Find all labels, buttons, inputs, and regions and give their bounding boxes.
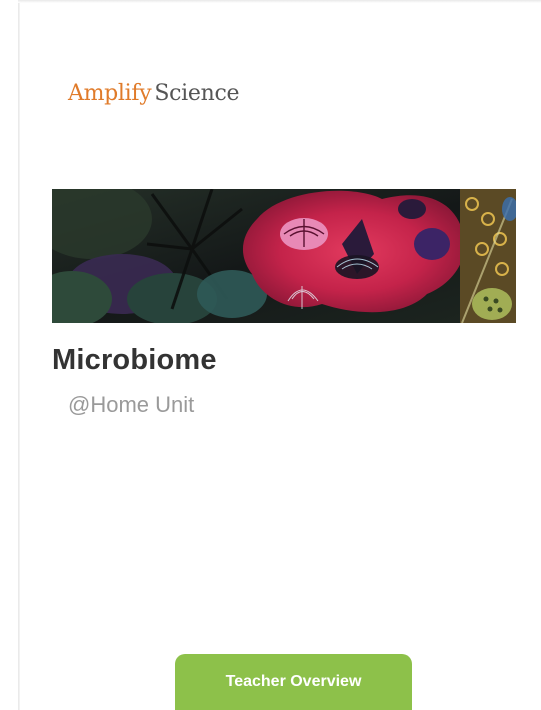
card-left-shadow [18,0,20,710]
unit-banner-image [52,189,516,323]
microbiome-illustration [52,189,516,323]
amplify-science-logo: Amplify Science [68,81,240,106]
card-top-shadow [18,0,541,3]
logo-brand-text: Amplify [68,81,152,106]
unit-subtitle: @Home Unit [68,392,195,417]
logo-product-text: Science [154,81,240,106]
unit-card: Amplify Science Microbiome @Home Unit Te… [0,0,541,710]
teacher-overview-button[interactable]: Teacher Overview [175,654,412,710]
unit-title: Microbiome [52,344,217,376]
